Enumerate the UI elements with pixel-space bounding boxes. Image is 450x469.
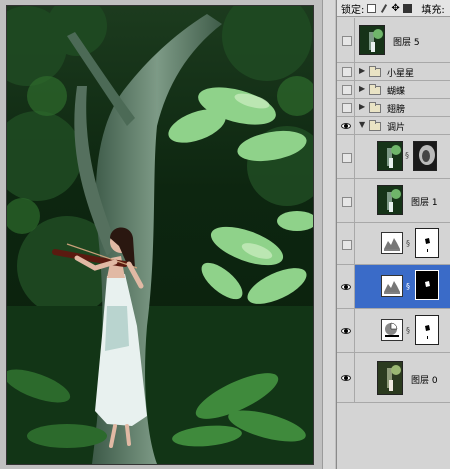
visibility-off-box[interactable] bbox=[342, 36, 352, 46]
layer-mask-thumbnail[interactable] bbox=[413, 141, 437, 171]
adjustment-layer-row-selected[interactable]: § bbox=[337, 265, 450, 309]
layer-group-row[interactable]: ▶ 翅膀 bbox=[337, 99, 450, 117]
layer-group-row[interactable]: ▶ 蝴蝶 bbox=[337, 81, 450, 99]
adjustment-layer-row[interactable]: § bbox=[337, 223, 450, 265]
layers-panel: 锁定: ✥ 填充: 图层 5 ▶ 小星星 ▶ 蝴蝶 ▶ 翅膀 ▼ 调片 § 图层… bbox=[336, 0, 450, 469]
folder-icon bbox=[369, 102, 381, 113]
visibility-off-box[interactable] bbox=[342, 197, 352, 207]
thumbnail-image bbox=[378, 362, 402, 394]
visibility-off-box[interactable] bbox=[342, 103, 352, 113]
thumbnail-image bbox=[360, 26, 384, 54]
thumbnail-image bbox=[378, 142, 402, 170]
levels-graph bbox=[384, 238, 400, 251]
layer-row-layer0[interactable]: 图层 0 bbox=[337, 353, 450, 403]
thumbnail-image bbox=[378, 186, 402, 214]
expand-arrow-icon[interactable]: ▶ bbox=[359, 66, 365, 75]
forest-violinist-image bbox=[7, 6, 313, 464]
lock-toolbar: 锁定: ✥ 填充: bbox=[337, 0, 450, 17]
group-name: 调片 bbox=[387, 123, 406, 133]
levels-graph bbox=[384, 281, 400, 294]
lock-label: 锁定: bbox=[341, 4, 365, 16]
canvas-vertical-scrollbar[interactable] bbox=[322, 0, 335, 469]
levels-icon[interactable] bbox=[381, 232, 403, 254]
layer-mask-thumbnail[interactable] bbox=[415, 315, 439, 345]
layer-row-layer5[interactable]: 图层 5 bbox=[337, 18, 450, 63]
link-chain-icon[interactable]: § bbox=[406, 326, 410, 335]
group-name: 蝴蝶 bbox=[387, 87, 406, 97]
eye-icon[interactable] bbox=[341, 284, 351, 290]
layer-mask-thumbnail[interactable] bbox=[415, 228, 439, 258]
lock-all-icon[interactable] bbox=[403, 3, 413, 13]
collapse-arrow-icon[interactable]: ▼ bbox=[359, 120, 365, 129]
canvas-photo[interactable] bbox=[6, 5, 314, 465]
link-chain-icon[interactable]: § bbox=[406, 239, 410, 248]
visibility-off-box[interactable] bbox=[342, 240, 352, 250]
document-canvas-area bbox=[0, 0, 336, 469]
layer-group-row[interactable]: ▶ 小星星 bbox=[337, 63, 450, 81]
fill-label: 填充: bbox=[421, 4, 445, 16]
channel-mixer-graphic bbox=[385, 322, 399, 337]
layer-thumbnail[interactable] bbox=[377, 185, 403, 215]
eye-icon[interactable] bbox=[341, 123, 351, 129]
layer-row-masked[interactable]: § bbox=[337, 135, 450, 179]
visibility-off-box[interactable] bbox=[342, 153, 352, 163]
layer-row-layer1[interactable]: 图层 1 bbox=[337, 179, 450, 223]
folder-icon bbox=[369, 84, 381, 95]
adjustment-layer-row[interactable]: § bbox=[337, 309, 450, 353]
eye-icon[interactable] bbox=[341, 328, 351, 334]
lock-transparent-icon[interactable] bbox=[367, 3, 377, 13]
expand-arrow-icon[interactable]: ▶ bbox=[359, 102, 365, 111]
lock-move-icon[interactable]: ✥ bbox=[391, 3, 400, 13]
visibility-off-box[interactable] bbox=[342, 67, 352, 77]
mask-image bbox=[416, 229, 438, 257]
visibility-off-box[interactable] bbox=[342, 85, 352, 95]
expand-arrow-icon[interactable]: ▶ bbox=[359, 84, 365, 93]
group-name: 翅膀 bbox=[387, 105, 406, 115]
layer-name: 图层 5 bbox=[393, 38, 420, 48]
layer-name: 图层 1 bbox=[411, 198, 438, 208]
lock-paint-icon[interactable] bbox=[379, 4, 388, 13]
layer-thumbnail[interactable] bbox=[359, 25, 385, 55]
link-chain-icon[interactable]: § bbox=[405, 151, 409, 160]
channel-mixer-icon[interactable] bbox=[381, 319, 403, 341]
eye-icon[interactable] bbox=[341, 375, 351, 381]
mask-image bbox=[414, 142, 436, 170]
folder-icon bbox=[369, 120, 381, 131]
levels-icon[interactable] bbox=[381, 275, 403, 297]
mask-image bbox=[416, 271, 438, 299]
layer-thumbnail[interactable] bbox=[377, 141, 403, 171]
group-name: 小星星 bbox=[387, 69, 415, 79]
folder-icon bbox=[369, 66, 381, 77]
link-chain-icon[interactable]: § bbox=[406, 282, 410, 291]
layer-name: 图层 0 bbox=[411, 376, 438, 386]
layer-mask-thumbnail[interactable] bbox=[415, 270, 439, 300]
layer-thumbnail[interactable] bbox=[377, 361, 403, 395]
layer-group-row-expanded[interactable]: ▼ 调片 bbox=[337, 117, 450, 135]
mask-image bbox=[416, 316, 438, 344]
visibility-cell[interactable] bbox=[337, 18, 355, 62]
